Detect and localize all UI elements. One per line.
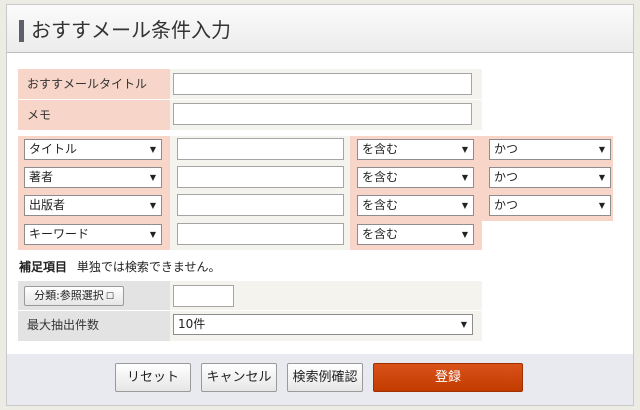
panel-header: おすすメール条件入力 bbox=[7, 5, 633, 53]
reset-button[interactable]: リセット bbox=[115, 363, 191, 392]
max-results-select[interactable]: 10件 ▼ bbox=[173, 314, 473, 335]
condition-field-label-3: 出版者 bbox=[29, 198, 66, 212]
chevron-down-icon: ▼ bbox=[598, 201, 605, 210]
condition-match-select-4[interactable]: を含む ▼ bbox=[357, 224, 474, 245]
chevron-down-icon: ▼ bbox=[149, 145, 156, 154]
chevron-down-icon: ▼ bbox=[461, 230, 468, 239]
condition-logic-label-2: かつ bbox=[494, 170, 519, 184]
category-reference-label: 分類:参照選択 bbox=[34, 289, 104, 302]
search-preview-button[interactable]: 検索例確認 bbox=[287, 363, 363, 392]
condition-value-input-4[interactable] bbox=[177, 223, 344, 245]
chevron-down-icon: ▼ bbox=[598, 145, 605, 154]
chevron-down-icon: ▼ bbox=[149, 173, 156, 182]
supplement-heading: 補足項目 bbox=[19, 260, 68, 274]
condition-field-label-4: キーワード bbox=[29, 227, 90, 241]
condition-logic-label-1: かつ bbox=[494, 142, 519, 156]
conditions-empty-corner bbox=[482, 221, 613, 250]
condition-field-select-1[interactable]: タイトル ▼ bbox=[24, 139, 162, 160]
condition-match-select-1[interactable]: を含む ▼ bbox=[357, 139, 474, 160]
condition-match-select-2[interactable]: を含む ▼ bbox=[357, 167, 474, 188]
condition-logic-label-3: かつ bbox=[494, 198, 519, 212]
footer-bar: リセット キャンセル 検索例確認 登録 bbox=[7, 354, 633, 405]
chevron-down-icon: ▼ bbox=[149, 230, 156, 239]
row-divider bbox=[18, 99, 482, 100]
condition-match-label-4: を含む bbox=[362, 227, 399, 241]
cancel-button[interactable]: キャンセル bbox=[201, 363, 277, 392]
title-field-label: おすすメールタイトル bbox=[27, 77, 148, 91]
condition-match-label-3: を含む bbox=[362, 198, 399, 212]
max-results-value: 10件 bbox=[178, 317, 206, 331]
supplement-note: 補足項目 単独では検索できません。 bbox=[19, 259, 221, 275]
memo-input[interactable] bbox=[173, 103, 472, 125]
memo-field-label: メモ bbox=[27, 108, 52, 122]
chevron-down-icon: ▼ bbox=[598, 173, 605, 182]
chevron-down-icon: ▼ bbox=[460, 320, 467, 329]
condition-match-label-2: を含む bbox=[362, 170, 399, 184]
supplement-note-text: 単独では検索できません。 bbox=[76, 260, 221, 274]
title-input[interactable] bbox=[173, 73, 472, 95]
category-input[interactable] bbox=[173, 285, 234, 307]
condition-field-label-2: 著者 bbox=[29, 170, 54, 184]
chevron-down-icon: ▼ bbox=[461, 201, 468, 210]
page-title: おすすメール条件入力 bbox=[31, 18, 231, 42]
condition-value-input-3[interactable] bbox=[177, 194, 344, 216]
chevron-down-icon: ▼ bbox=[461, 145, 468, 154]
condition-panel: おすすメール条件入力 おすすメールタイトル メモ タイトル ▼ を含む ▼ かつ ▼ … bbox=[6, 4, 634, 406]
category-reference-button[interactable]: 分類:参照選択 ☐ bbox=[24, 286, 124, 306]
condition-value-input-1[interactable] bbox=[177, 138, 344, 160]
submit-button[interactable]: 登録 bbox=[373, 363, 523, 392]
condition-match-label-1: を含む bbox=[362, 142, 399, 156]
condition-logic-select-3[interactable]: かつ ▼ bbox=[489, 195, 611, 216]
popup-window-icon: ☐ bbox=[105, 292, 114, 302]
condition-field-select-3[interactable]: 出版者 ▼ bbox=[24, 195, 162, 216]
condition-value-input-2[interactable] bbox=[177, 166, 344, 188]
chevron-down-icon: ▼ bbox=[149, 201, 156, 210]
condition-match-select-3[interactable]: を含む ▼ bbox=[357, 195, 474, 216]
row-divider bbox=[18, 310, 482, 311]
condition-field-select-4[interactable]: キーワード ▼ bbox=[24, 224, 162, 245]
chevron-down-icon: ▼ bbox=[461, 173, 468, 182]
title-accent-bar bbox=[19, 20, 24, 42]
condition-logic-select-1[interactable]: かつ ▼ bbox=[489, 139, 611, 160]
condition-logic-select-2[interactable]: かつ ▼ bbox=[489, 167, 611, 188]
max-results-label: 最大抽出件数 bbox=[27, 318, 100, 332]
condition-field-select-2[interactable]: 著者 ▼ bbox=[24, 167, 162, 188]
condition-field-label-1: タイトル bbox=[29, 142, 78, 156]
